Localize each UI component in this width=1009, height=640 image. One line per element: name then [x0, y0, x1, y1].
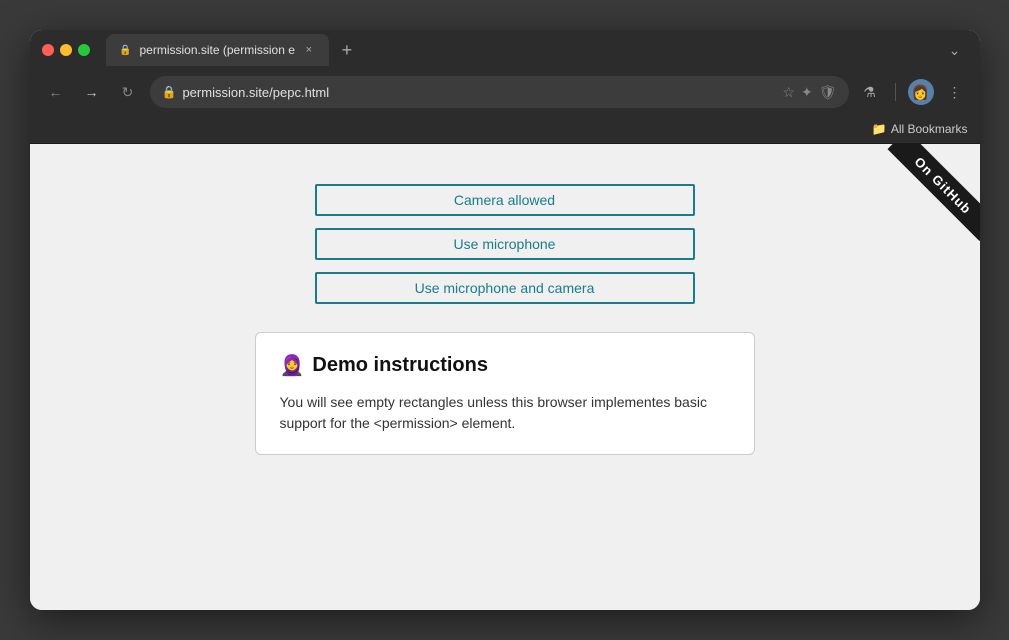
back-button[interactable]: ←: [42, 78, 70, 106]
page-center: Camera allowed Use microphone Use microp…: [255, 184, 755, 455]
demo-title: 🧕 Demo instructions: [280, 353, 730, 378]
bookmarks-folder-icon: 📁: [872, 122, 887, 136]
shield-button[interactable]: 🛡: [819, 84, 837, 101]
address-text: permission.site/pepc.html: [182, 85, 776, 100]
page-content: On GitHub Camera allowed Use microphone …: [30, 144, 980, 610]
browser-window: 🔒 permission.site (permission e × + ⌄ ← …: [30, 30, 980, 610]
tab-title: permission.site (permission e: [140, 43, 295, 57]
use-microphone-and-camera-button[interactable]: Use microphone and camera: [315, 272, 695, 304]
minimize-window-button[interactable]: [60, 44, 72, 56]
bookmarks-bar: 📁 All Bookmarks: [30, 114, 980, 144]
all-bookmarks-button[interactable]: 📁 All Bookmarks: [872, 122, 968, 136]
traffic-lights: [42, 44, 90, 56]
tab-favicon: 🔒: [118, 42, 134, 58]
github-ribbon-text: On GitHub: [887, 144, 980, 241]
more-button[interactable]: ⋮: [942, 79, 968, 105]
tab-bar: 🔒 permission.site (permission e × +: [106, 34, 934, 66]
maximize-window-button[interactable]: [78, 44, 90, 56]
profile-button[interactable]: 👩: [908, 79, 934, 105]
camera-allowed-button[interactable]: Camera allowed: [315, 184, 695, 216]
forward-button[interactable]: →: [78, 78, 106, 106]
all-bookmarks-label: All Bookmarks: [891, 122, 968, 136]
address-bar[interactable]: 🔒 permission.site/pepc.html ☆ ✦ 🛡: [150, 76, 849, 108]
lab-icon-button[interactable]: ⚗: [857, 79, 883, 105]
nav-divider: [895, 83, 896, 101]
demo-emoji: 🧕: [280, 353, 305, 378]
window-chevron-button[interactable]: ⌄: [942, 37, 968, 63]
title-bar: 🔒 permission.site (permission e × + ⌄: [30, 30, 980, 70]
extensions-button[interactable]: ✦: [801, 84, 813, 101]
demo-text: You will see empty rectangles unless thi…: [280, 392, 730, 434]
use-microphone-button[interactable]: Use microphone: [315, 228, 695, 260]
active-tab[interactable]: 🔒 permission.site (permission e ×: [106, 34, 329, 66]
reload-button[interactable]: ↻: [114, 78, 142, 106]
demo-title-text: Demo instructions: [312, 354, 488, 377]
lock-icon: 🔒: [162, 85, 177, 99]
new-tab-button[interactable]: +: [333, 36, 361, 64]
close-window-button[interactable]: [42, 44, 54, 56]
tab-close-button[interactable]: ×: [301, 42, 317, 58]
nav-bar: ← → ↻ 🔒 permission.site/pepc.html ☆ ✦ 🛡 …: [30, 70, 980, 114]
github-ribbon: On GitHub: [860, 144, 980, 264]
address-actions: ☆ ✦ 🛡: [782, 84, 836, 101]
bookmark-star-button[interactable]: ☆: [782, 84, 795, 101]
demo-instructions-box: 🧕 Demo instructions You will see empty r…: [255, 332, 755, 455]
